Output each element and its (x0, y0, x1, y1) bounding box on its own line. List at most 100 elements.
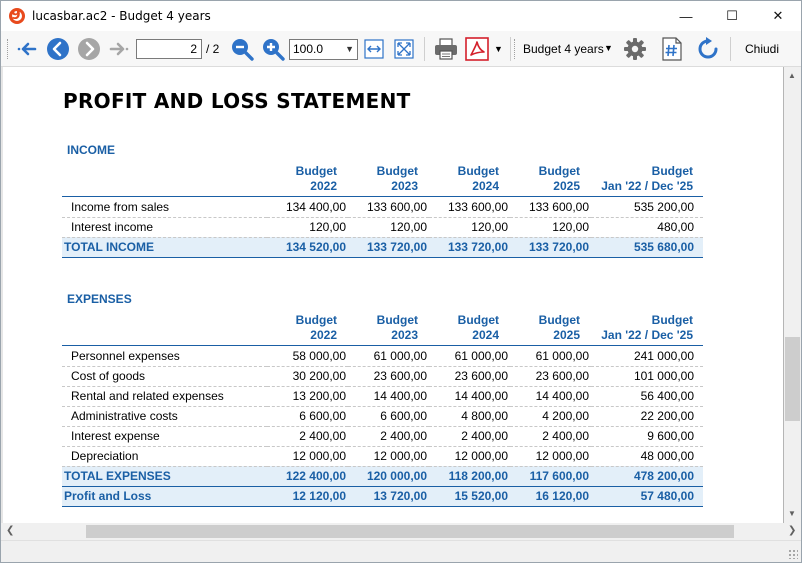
row-label: Interest income (62, 217, 267, 238)
cell-value: 58 000,00 (267, 346, 348, 367)
cell-value: 120,00 (267, 217, 348, 238)
scroll-right-icon[interactable]: ❯ (788, 525, 796, 536)
row-label: Administrative costs (62, 406, 267, 427)
column-header-2025: Budget 2025 (538, 164, 580, 193)
cell-value: 48 000,00 (591, 446, 703, 467)
expenses-section: EXPENSES Budget 2022 Budget 2023 Budget 202… (62, 291, 703, 513)
cell-value: 6 600,00 (348, 406, 429, 427)
cell-value: 480,00 (591, 217, 703, 238)
cell-value: 4 800,00 (429, 406, 510, 427)
maximize-button[interactable]: ☐ (709, 1, 755, 31)
print-button[interactable] (432, 36, 460, 62)
last-page-icon (109, 42, 129, 56)
pdf-options-chevron-icon[interactable]: ▼ (494, 44, 503, 54)
fit-page-icon (394, 39, 414, 59)
cell-value: 120,00 (510, 217, 591, 238)
cell-value: 12 000,00 (510, 446, 591, 467)
row-label: Cost of goods (62, 366, 267, 387)
profit-and-loss-row: Profit and Loss 12 120,00 13 720,00 15 5… (62, 486, 703, 506)
expenses-table: Personnel expenses 58 000,00 61 000,00 6… (62, 346, 703, 507)
cell-value: 61 000,00 (348, 346, 429, 367)
page-number-input[interactable]: 2 (136, 39, 202, 59)
total-expenses-row: TOTAL EXPENSES 122 400,00 120 000,00 118… (62, 466, 703, 486)
horizontal-scrollbar[interactable]: ❮ ❯ (1, 523, 801, 540)
budget-report-select[interactable]: Budget 4 years (523, 42, 604, 56)
vertical-scrollbar[interactable]: ▲ ▼ (784, 67, 801, 523)
report-viewport[interactable]: PROFIT AND LOSS STATEMENT INCOME Budget 2… (1, 67, 784, 523)
cell-value: 535 680,00 (591, 237, 703, 257)
scroll-down-icon[interactable]: ▼ (788, 509, 796, 518)
cell-value: 12 000,00 (267, 446, 348, 467)
cell-value: 117 600,00 (510, 466, 591, 486)
last-page-button[interactable] (107, 36, 131, 62)
next-page-button[interactable] (76, 36, 102, 62)
cell-value: 133 600,00 (429, 197, 510, 218)
close-report-button[interactable]: Chiudi (745, 42, 779, 56)
table-row: Cost of goods 30 200,00 23 600,00 23 600… (62, 366, 703, 387)
column-header-2024: Budget 2024 (457, 164, 499, 193)
fit-width-button[interactable] (362, 36, 386, 62)
zoom-select[interactable]: 100.0 ▼ (289, 39, 358, 60)
column-header-2022: Budget 2022 (295, 313, 337, 342)
toolbar-separator (424, 37, 425, 61)
row-label: Profit and Loss (62, 486, 267, 506)
table-row: Depreciation 12 000,00 12 000,00 12 000,… (62, 446, 703, 467)
fit-page-button[interactable] (392, 36, 416, 62)
cell-value: 2 400,00 (267, 426, 348, 447)
first-page-button[interactable] (15, 36, 39, 62)
numbering-button[interactable] (659, 36, 685, 62)
table-row: Rental and related expenses 13 200,00 14… (62, 386, 703, 407)
vertical-scroll-thumb[interactable] (785, 337, 800, 421)
page-total-label: / 2 (206, 42, 220, 56)
zoom-in-button[interactable] (260, 36, 286, 62)
minimize-icon: — (679, 8, 693, 24)
cell-value: 23 600,00 (429, 366, 510, 387)
cell-value: 23 600,00 (348, 366, 429, 387)
pdf-icon (465, 37, 489, 61)
next-page-icon (78, 38, 100, 60)
cell-value: 122 400,00 (267, 466, 348, 486)
cell-value: 118 200,00 (429, 466, 510, 486)
column-header-2024: Budget 2024 (457, 313, 499, 342)
zoom-out-button[interactable] (229, 36, 255, 62)
cell-value: 56 400,00 (591, 386, 703, 407)
cell-value: 2 400,00 (510, 426, 591, 447)
cell-value: 12 000,00 (429, 446, 510, 467)
cell-value: 16 120,00 (510, 486, 591, 506)
total-income-row: TOTAL INCOME 134 520,00 133 720,00 133 7… (62, 237, 703, 257)
cell-value: 133 720,00 (348, 237, 429, 257)
print-icon (435, 38, 457, 60)
table-row: Income from sales 134 400,00 133 600,00 … (62, 197, 703, 218)
column-header-total-period: Budget Jan '22 / Dec '25 (601, 313, 693, 342)
cell-value: 101 000,00 (591, 366, 703, 387)
cell-value: 120 000,00 (348, 466, 429, 486)
income-section-label: INCOME (67, 143, 115, 157)
close-window-button[interactable]: ✕ (755, 1, 801, 31)
cell-value: 2 400,00 (348, 426, 429, 447)
row-label: TOTAL EXPENSES (62, 466, 267, 486)
previous-page-button[interactable] (45, 36, 71, 62)
maximize-icon: ☐ (726, 8, 738, 23)
toolbar-grip[interactable] (7, 39, 10, 59)
refresh-button[interactable] (694, 36, 722, 62)
cell-value: 23 600,00 (510, 366, 591, 387)
minimize-button[interactable]: — (663, 1, 709, 31)
column-header-2022: Budget 2022 (295, 164, 337, 193)
scroll-left-icon[interactable]: ❮ (6, 525, 14, 536)
window-title: lucasbar.ac2 - Budget 4 years (32, 9, 211, 23)
resize-grip-icon[interactable] (788, 549, 798, 559)
export-pdf-button[interactable] (464, 36, 490, 62)
chevron-down-icon[interactable]: ▼ (604, 43, 613, 53)
cell-value: 241 000,00 (591, 346, 703, 367)
cell-value: 14 400,00 (348, 386, 429, 407)
row-label: Personnel expenses (62, 346, 267, 367)
expenses-section-label: EXPENSES (67, 292, 132, 306)
table-row: Personnel expenses 58 000,00 61 000,00 6… (62, 346, 703, 367)
cell-value: 133 720,00 (429, 237, 510, 257)
scroll-up-icon[interactable]: ▲ (788, 71, 796, 80)
previous-page-icon (47, 38, 69, 60)
cell-value: 13 200,00 (267, 386, 348, 407)
horizontal-scroll-thumb[interactable] (86, 525, 734, 538)
toolbar-grip[interactable] (514, 39, 517, 59)
settings-button[interactable] (621, 36, 649, 62)
